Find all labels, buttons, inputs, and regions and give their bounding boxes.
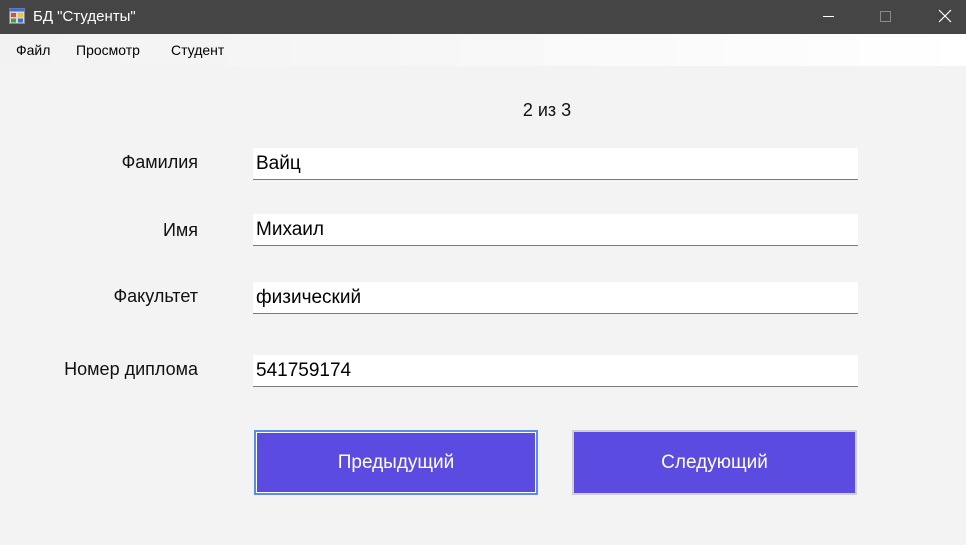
name-label: Имя <box>162 220 198 240</box>
surname-field[interactable] <box>253 148 858 180</box>
window-title: БД "Студенты" <box>33 8 136 25</box>
title-bar: БД "Студенты" <box>0 0 966 34</box>
menu-bar: Файл Просмотр Студент <box>0 34 966 66</box>
faculty-field[interactable] <box>253 282 858 314</box>
diploma-label: Номер диплома <box>64 359 198 379</box>
minimize-icon <box>823 16 834 17</box>
previous-button[interactable]: Предыдущий <box>254 430 538 495</box>
close-icon <box>938 9 952 23</box>
app-icon[interactable] <box>9 8 25 24</box>
menu-view[interactable]: Просмотр <box>76 41 140 59</box>
next-button[interactable]: Следующий <box>572 430 857 495</box>
menu-student[interactable]: Студент <box>171 41 224 59</box>
minimize-button[interactable] <box>806 0 852 34</box>
menu-file[interactable]: Файл <box>16 41 50 59</box>
surname-label: Фамилия <box>121 152 198 172</box>
faculty-label: Факультет <box>113 286 198 306</box>
name-field[interactable] <box>253 214 858 246</box>
record-counter: 2 из 3 <box>522 100 572 120</box>
maximize-icon <box>880 11 891 22</box>
maximize-button <box>862 0 908 34</box>
diploma-field[interactable] <box>253 355 858 387</box>
close-button[interactable] <box>920 0 966 34</box>
